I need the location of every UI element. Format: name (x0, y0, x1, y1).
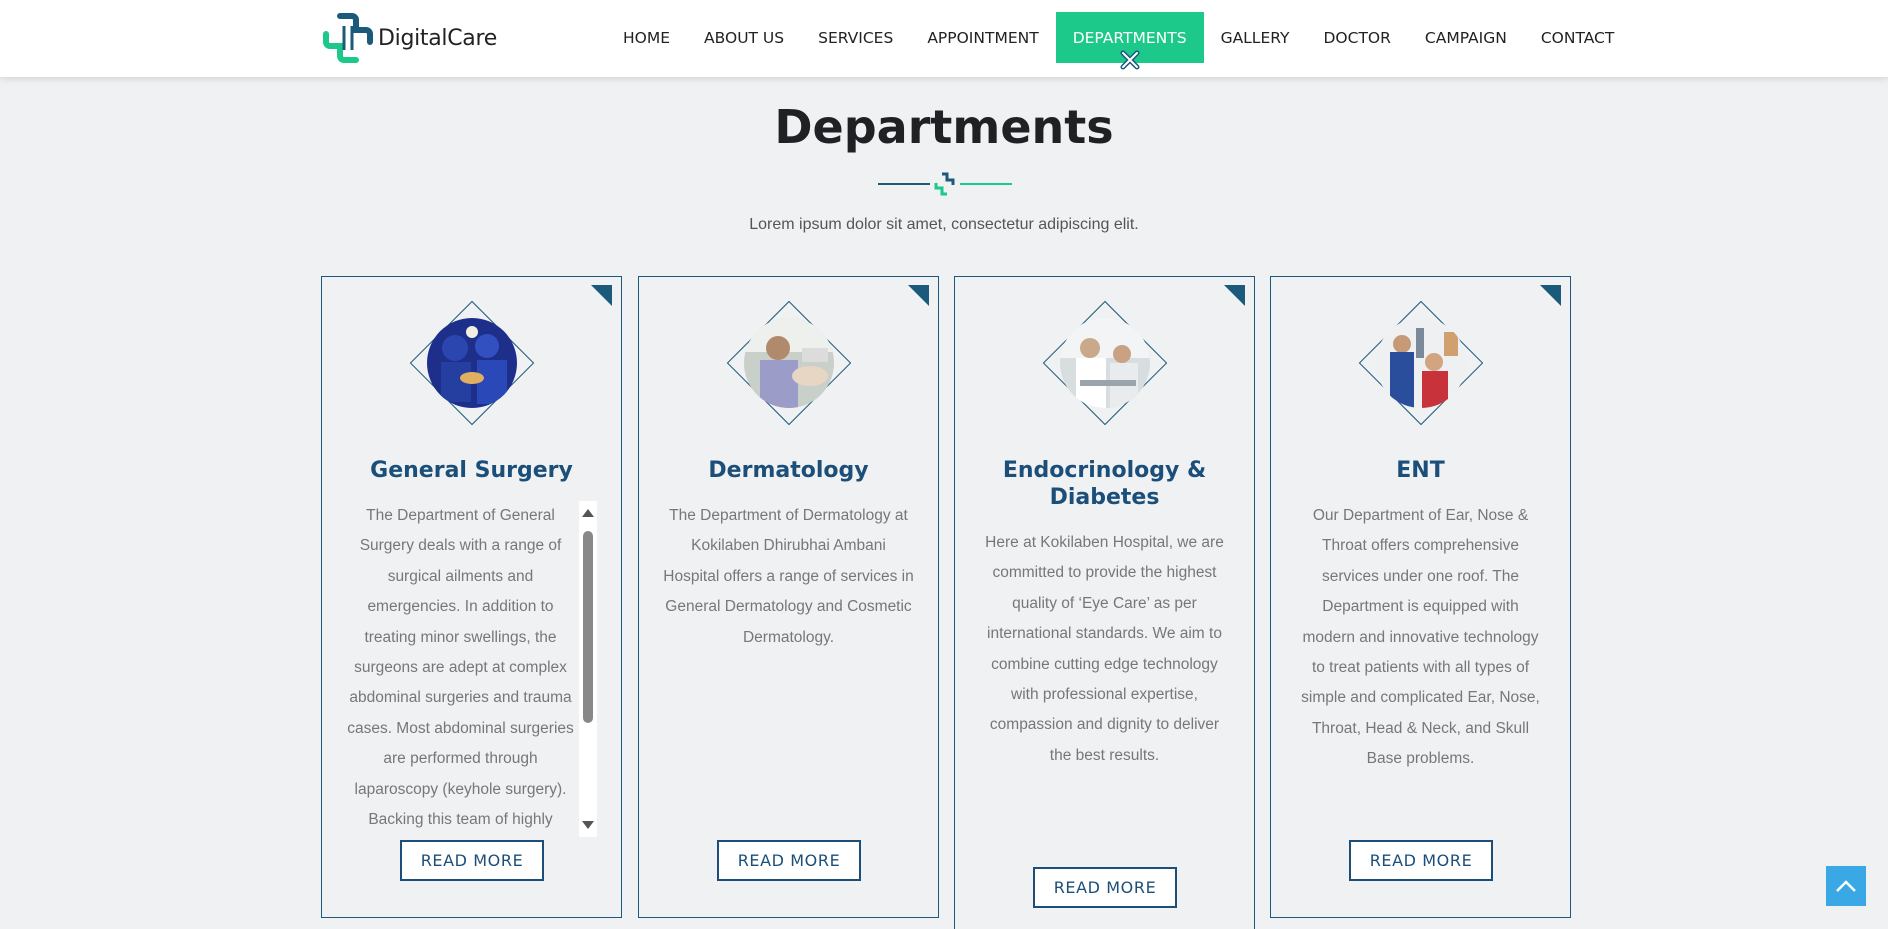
nav-departments[interactable]: DEPARTMENTS (1055, 12, 1204, 70)
main-nav: HOME ABOUT US SERVICES APPOINTMENT DEPAR… (606, 12, 1632, 70)
department-card-general-surgery: General Surgery The Department of Genera… (321, 276, 622, 918)
department-title: General Surgery (370, 458, 573, 483)
nav-services[interactable]: SERVICES (801, 12, 910, 63)
site-header: DigitalCare HOME ABOUT US SERVICES APPOI… (0, 0, 1888, 77)
nav-label: CAMPAIGN (1424, 28, 1507, 47)
nav-appointment[interactable]: APPOINTMENT (910, 12, 1055, 63)
nav-label: DEPARTMENTS (1072, 28, 1187, 47)
surgery-team-photo (427, 318, 517, 408)
nav-about-us[interactable]: ABOUT US (687, 12, 801, 63)
nav-label: CONTACT (1540, 28, 1615, 47)
department-title: ENT (1396, 458, 1445, 483)
nav-home[interactable]: HOME (606, 12, 687, 63)
brand-name: DigitalCare (378, 25, 497, 51)
nav-campaign[interactable]: CAMPAIGN (1408, 12, 1524, 63)
scrollbar[interactable] (579, 501, 597, 837)
corner-triangle-icon (1224, 285, 1245, 306)
nav-contact[interactable]: CONTACT (1524, 12, 1632, 63)
read-more-button[interactable]: READ MORE (400, 840, 544, 881)
read-more-button[interactable]: READ MORE (1033, 867, 1177, 908)
ent-examination-photo (1376, 318, 1466, 408)
divider-line-right (960, 183, 1012, 185)
nav-label: ABOUT US (704, 28, 785, 47)
nav-label: DOCTOR (1323, 28, 1391, 47)
section-subtitle: Lorem ipsum dolor sit amet, consectetur … (749, 216, 1139, 233)
nav-label: HOME (623, 28, 671, 47)
nav-gallery[interactable]: GALLERY (1204, 12, 1307, 63)
scroll-up-arrow-icon[interactable] (582, 509, 594, 517)
page-title: Departments (774, 100, 1114, 154)
medical-cross-icon (934, 172, 955, 196)
dermatology-treatment-photo (744, 318, 834, 408)
department-description: The Department of General Surgery deals … (347, 507, 574, 829)
corner-triangle-icon (1540, 285, 1561, 306)
divider-line-left (878, 183, 930, 185)
nav-doctor[interactable]: DOCTOR (1307, 12, 1408, 63)
department-description: Our Department of Ear, Nose & Throat off… (1301, 507, 1540, 768)
logo[interactable]: DigitalCare (322, 12, 497, 64)
doctor-consultation-photo (1060, 318, 1150, 408)
department-description: The Department of Dermatology at Kokilab… (663, 507, 914, 646)
chevron-up-icon (1836, 880, 1856, 892)
read-more-button[interactable]: READ MORE (717, 840, 861, 881)
nav-label: GALLERY (1220, 28, 1290, 47)
department-card-dermatology: Dermatology The Department of Dermatolog… (638, 276, 939, 918)
department-title: Endocrinology & Diabetes (1002, 458, 1207, 510)
department-image-frame (1042, 300, 1168, 426)
scrollbar-thumb[interactable] (583, 531, 593, 723)
department-description: Here at Kokilaben Hospital, we are commi… (985, 534, 1224, 764)
department-description-scroll[interactable]: The Department of General Surgery deals … (346, 501, 597, 837)
scroll-down-arrow-icon[interactable] (582, 821, 594, 829)
active-cross-icon (1120, 50, 1140, 70)
medical-cross-logo-icon (323, 13, 373, 63)
department-card-endocrinology: Endocrinology & Diabetes Here at Kokilab… (954, 276, 1255, 929)
corner-triangle-icon (591, 285, 612, 306)
nav-label: SERVICES (818, 28, 894, 47)
department-title: Dermatology (708, 458, 869, 483)
nav-label: APPOINTMENT (927, 28, 1039, 47)
read-more-button[interactable]: READ MORE (1349, 840, 1493, 881)
corner-triangle-icon (908, 285, 929, 306)
department-image-frame (1358, 300, 1484, 426)
department-image-frame (726, 300, 852, 426)
department-image-frame (409, 300, 535, 426)
title-divider (878, 172, 1012, 196)
scroll-to-top-button[interactable] (1826, 866, 1866, 906)
department-card-ent: ENT Our Department of Ear, Nose & Throat… (1270, 276, 1571, 918)
